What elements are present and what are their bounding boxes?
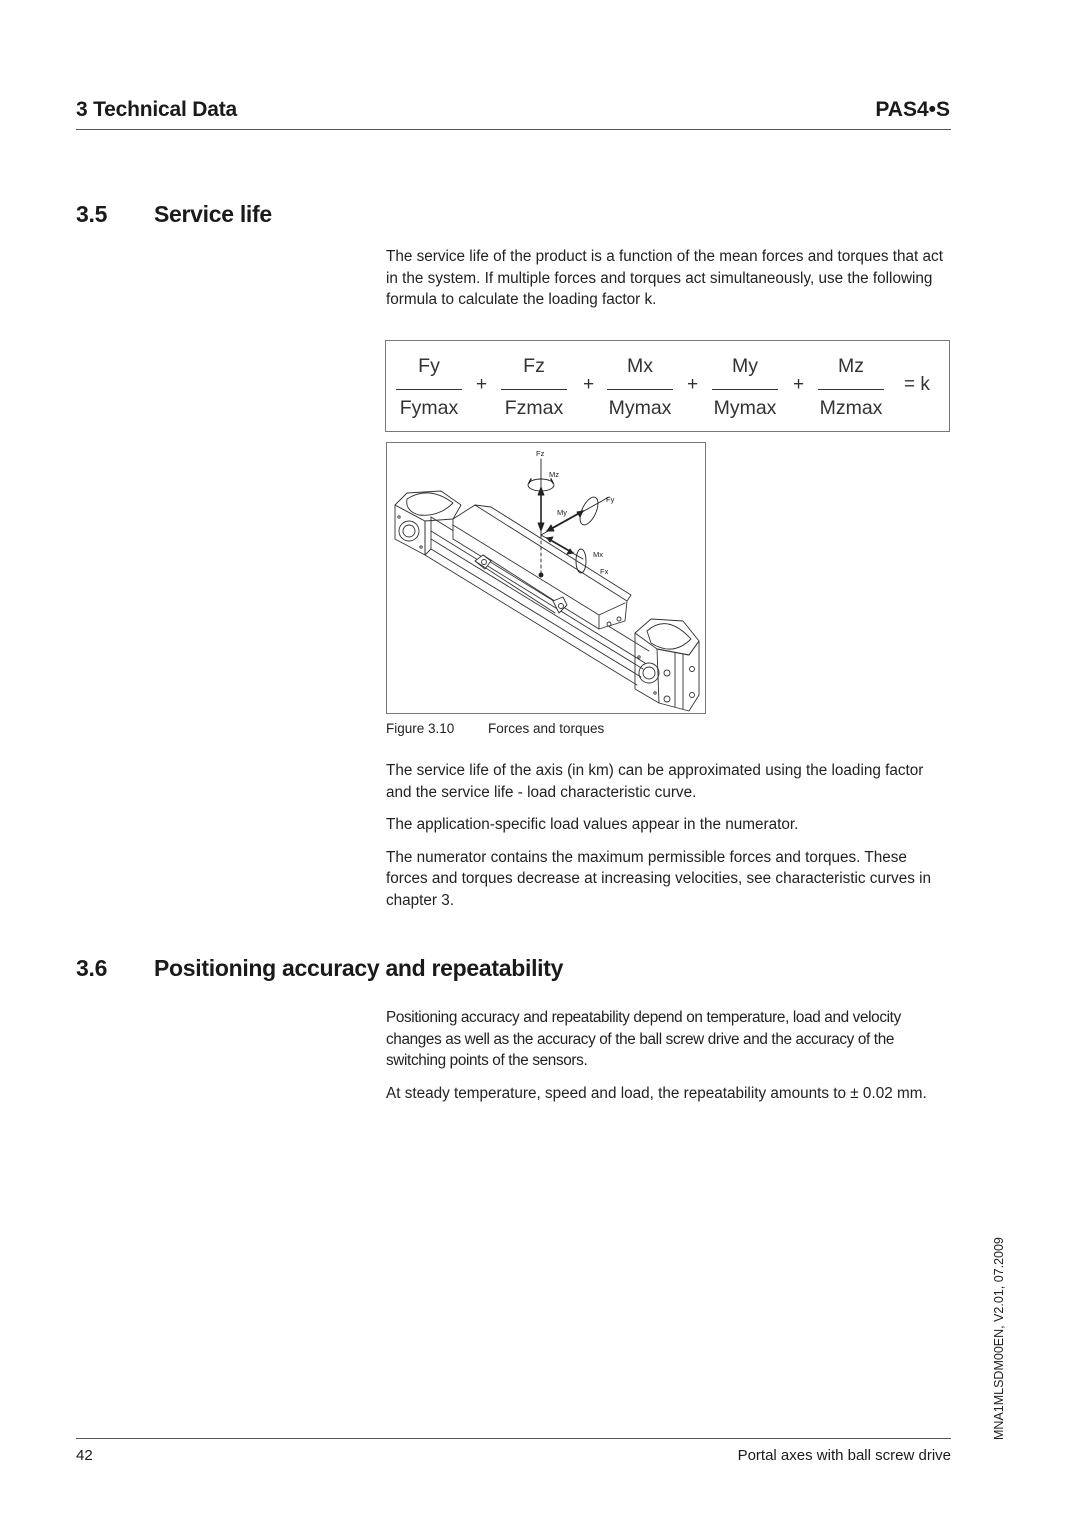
section-number: 3.6 [76,955,108,981]
right-end-cap [634,618,700,712]
plus-operator: + [793,374,805,395]
origin-point [538,572,544,578]
label-fy: Fy [606,495,615,504]
denominator: Mzmax [819,397,883,419]
document-id: MNA1MLSDM00EN, V2.01, 07.2009 [992,1237,1006,1440]
denominator: Mymax [713,397,777,419]
fraction-bar [607,389,673,390]
denominator: Fymax [399,397,459,419]
figure-number: Figure 3.10 [386,721,455,736]
figure-caption: Figure 3.10 Forces and torques [386,721,604,736]
section-title: Positioning accuracy and repeatability [154,955,564,981]
label-fz: Fz [536,449,545,458]
fraction-bar [818,389,884,390]
service-life-paragraphs: The service life of the axis (in km) can… [386,760,952,922]
forces-torques-figure: Fz Mz Fy My Mx Fx [386,442,706,714]
equals-k: = k [904,374,930,395]
denominator: Fzmax [504,397,564,419]
intro-paragraph: The service life of the product is a fun… [386,246,952,322]
section-title: Service life [154,201,272,227]
paragraph: The service life of the axis (in km) can… [386,762,924,801]
header-divider [76,129,951,130]
fraction-bar [396,389,462,390]
label-mx: Mx [593,550,603,559]
label-my: My [557,508,567,517]
section-heading-service-life: 3.5 Service life [76,201,272,228]
left-end-cap [394,490,462,556]
paragraph: The application-specific load values app… [386,816,799,833]
paragraph: At steady temperature, speed and load, t… [386,1084,927,1102]
figure-caption-text: Forces and torques [488,721,605,736]
fraction-mx: Mx Mymax [607,355,673,423]
plus-operator: + [476,374,488,395]
numerator: Mx [627,355,653,377]
fraction-mz: Mz Mzmax [818,355,884,423]
label-mz: Mz [549,470,559,479]
fraction-bar [501,389,567,390]
loading-factor-formula: Fy Fymax + Fz Fzmax + Mx Mymax + My Myma… [385,340,950,432]
my-rotation-icon [579,496,599,526]
label-fx: Fx [600,567,609,576]
chapter-title: 3 Technical Data [76,98,237,121]
page-number: 42 [76,1447,93,1464]
paragraph: The numerator contains the maximum permi… [386,848,932,909]
product-name: PAS4•S [875,98,950,121]
denominator: Mymax [608,397,672,419]
plus-operator: + [583,374,595,395]
positioning-paragraphs: Positioning accuracy and repeatability d… [386,1007,952,1115]
fraction-my: My Mymax [712,355,778,423]
numerator: My [732,355,758,377]
numerator: Fy [418,355,440,377]
section-number: 3.5 [76,201,108,227]
fraction-fy: Fy Fymax [396,355,462,423]
numerator: Fz [523,355,545,377]
footer-divider [76,1438,951,1439]
numerator: Mz [838,355,864,377]
plus-operator: + [687,374,699,395]
fraction-bar [712,389,778,390]
paragraph: The service life of the product is a fun… [386,248,943,308]
fraction-fz: Fz Fzmax [501,355,567,423]
linear-axis-drawing: Fz Mz Fy My Mx Fx [394,449,700,712]
paragraph: Positioning accuracy and repeatability d… [386,1009,901,1069]
section-heading-positioning: 3.6 Positioning accuracy and repeatabilit… [76,955,563,982]
document-title: Portal axes with ball screw drive [737,1447,951,1464]
